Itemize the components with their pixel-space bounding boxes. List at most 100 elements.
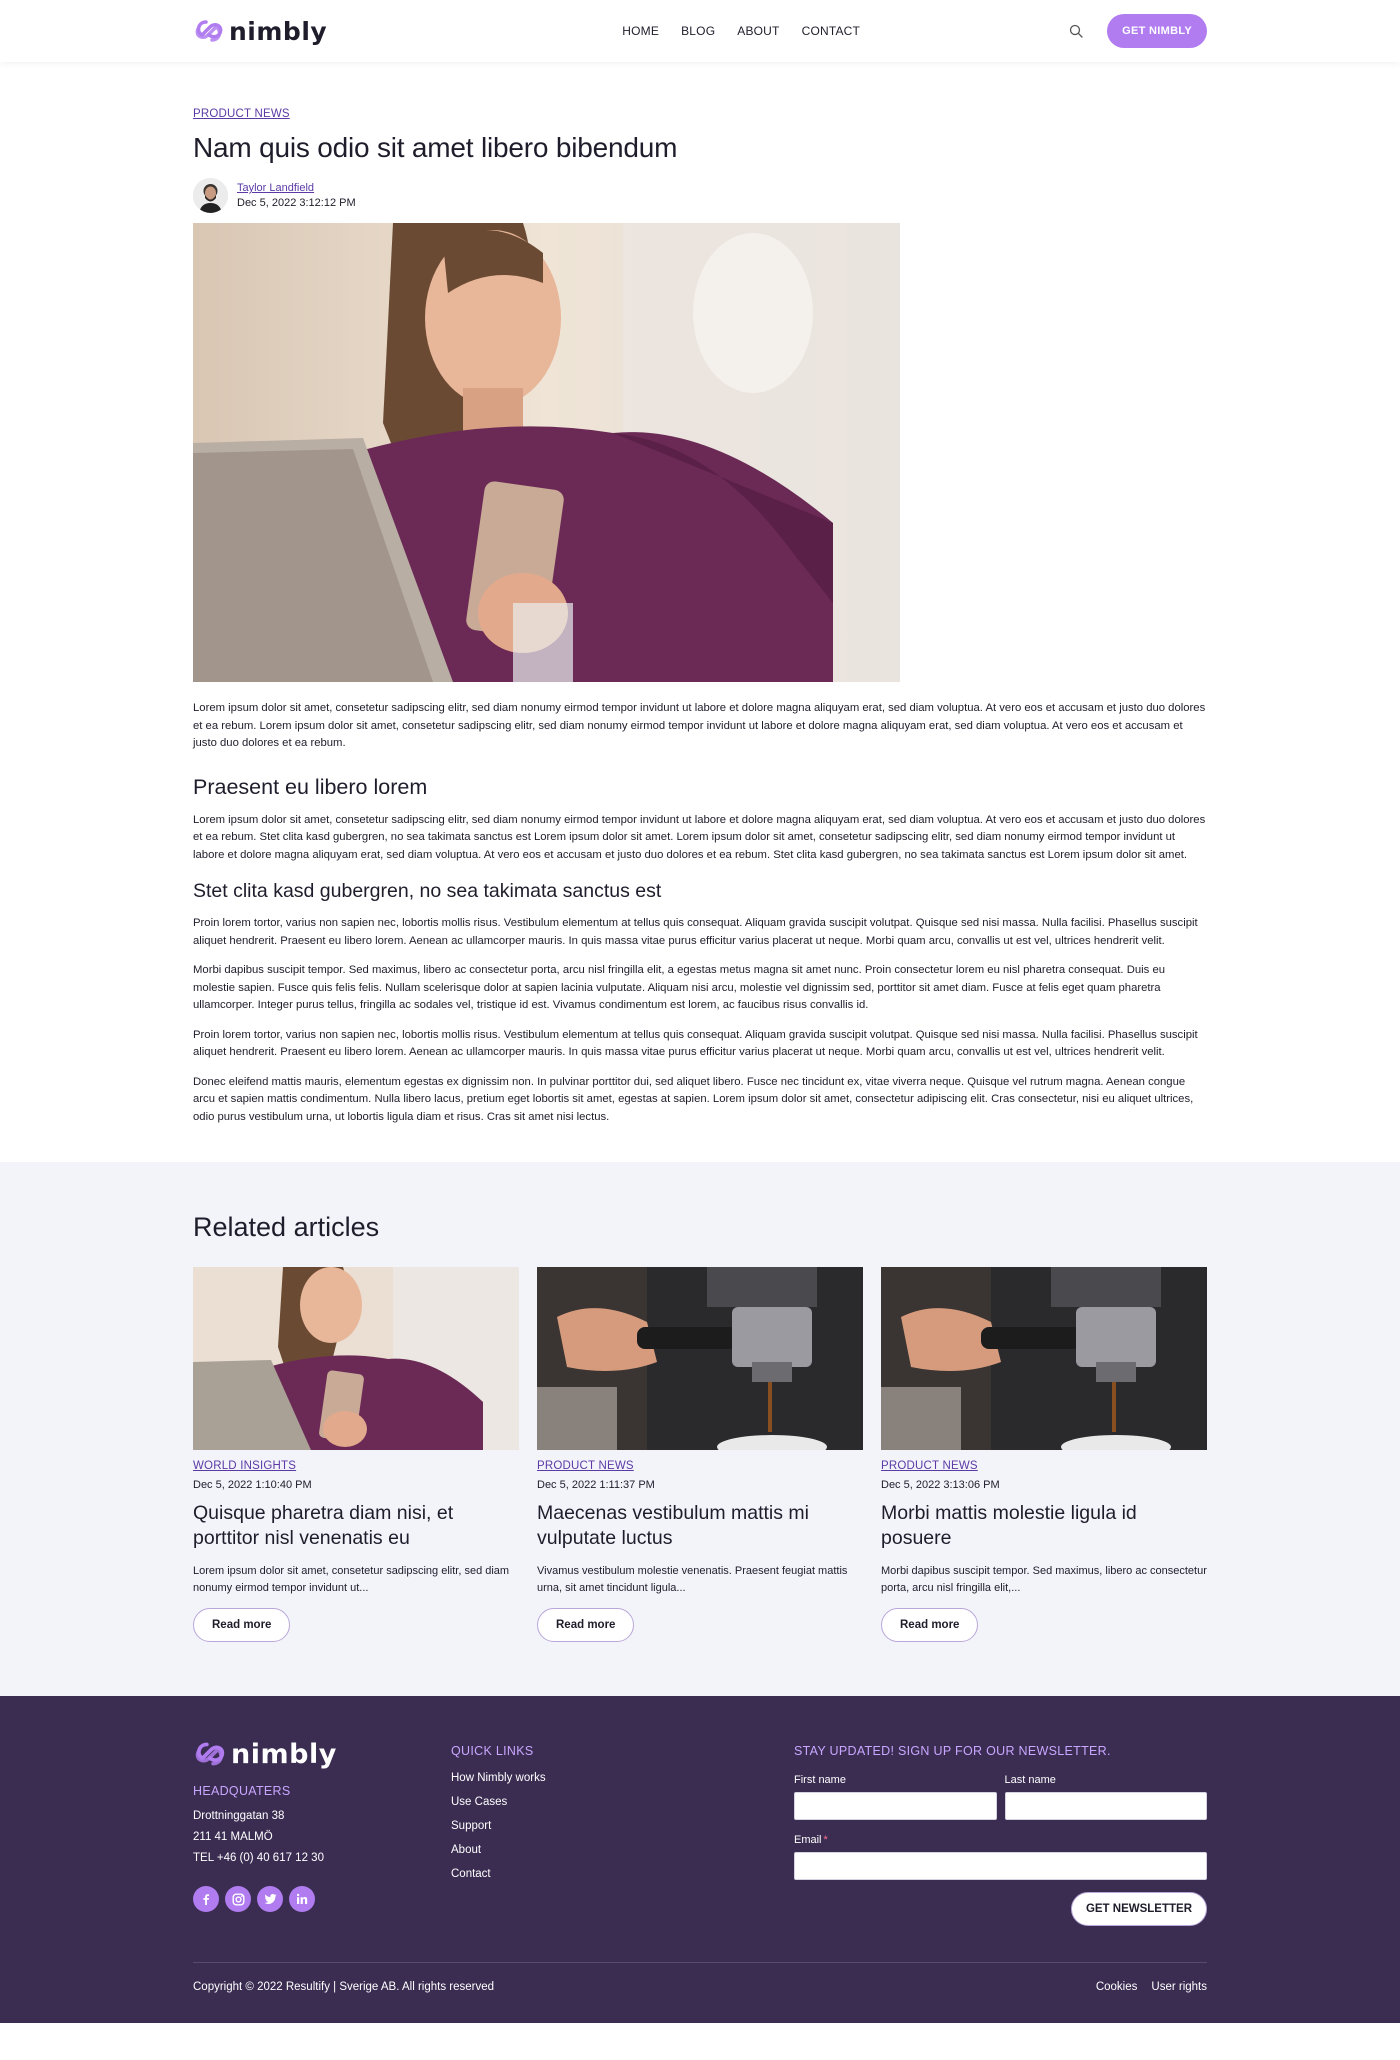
card-date: Dec 5, 2022 1:10:40 PM (193, 1479, 312, 1491)
first-name-group: First name (794, 1774, 997, 1820)
footer-logo[interactable]: nimbly (193, 1738, 451, 1770)
read-more-button[interactable]: Read more (193, 1608, 291, 1642)
nav-blog[interactable]: BLOG (681, 24, 715, 38)
card-image[interactable] (193, 1267, 519, 1450)
card-excerpt: Morbi dapibus suscipit tempor. Sed maxim… (881, 1565, 1207, 1594)
article-paragraph: Morbi dapibus suscipit tempor. Sed maxim… (193, 964, 1166, 1011)
card-image[interactable] (537, 1267, 863, 1450)
footer-inner: nimbly HEADQUATERS Drottninggatan 38 211… (193, 1738, 1207, 1993)
article-card: WORLD INSIGHTS Dec 5, 2022 1:10:40 PM Qu… (193, 1267, 519, 1642)
section-subheading: Stet clita kasd gubergren, no sea takima… (193, 880, 662, 902)
quick-link[interactable]: Contact (451, 1868, 794, 1880)
required-mark: * (823, 1834, 828, 1846)
first-name-label: First name (794, 1774, 846, 1786)
logo-icon (195, 1742, 225, 1766)
read-more-button[interactable]: Read more (537, 1608, 635, 1642)
header-actions: GET NIMBLY (1065, 14, 1207, 48)
author-row: Taylor Landfield Dec 5, 2022 3:12:12 PM (193, 178, 1207, 213)
related-cards: WORLD INSIGHTS Dec 5, 2022 1:10:40 PM Qu… (193, 1267, 1207, 1642)
quick-links-heading: QUICK LINKS (451, 1744, 534, 1758)
card-title[interactable]: Maecenas vestibulum mattis mi vulputate … (537, 1501, 863, 1551)
main-nav: HOME BLOG ABOUT CONTACT (622, 24, 860, 38)
related-title: Related articles (193, 1212, 380, 1242)
linkedin-icon[interactable] (289, 1886, 315, 1912)
social-links (193, 1886, 451, 1912)
email-row: Email * (794, 1834, 1207, 1880)
article-date: Dec 5, 2022 3:12:12 PM (237, 197, 356, 209)
card-title[interactable]: Quisque pharetra diam nisi, et porttitor… (193, 1501, 519, 1551)
quick-links: QUICK LINKS How Nimbly works Use Cases S… (451, 1738, 794, 1926)
quick-link[interactable]: About (451, 1844, 794, 1856)
footer-wordmark: nimbly (231, 1738, 337, 1770)
card-category[interactable]: PRODUCT NEWS (881, 1460, 978, 1472)
section-heading: Praesent eu libero lorem (193, 774, 428, 799)
card-excerpt: Vivamus vestibulum molestie venenatis. P… (537, 1565, 848, 1594)
article-card: PRODUCT NEWS Dec 5, 2022 1:11:37 PM Maec… (537, 1267, 863, 1642)
card-date: Dec 5, 2022 1:11:37 PM (537, 1479, 655, 1491)
nav-contact[interactable]: CONTACT (802, 24, 861, 38)
card-title[interactable]: Morbi mattis molestie ligula id posuere (881, 1501, 1207, 1551)
get-newsletter-button[interactable]: GET NEWSLETTER (1070, 1892, 1207, 1926)
newsletter-actions: GET NEWSLETTER (794, 1892, 1207, 1926)
hq-heading: HEADQUATERS (193, 1784, 291, 1798)
phone-line: TEL +46 (0) 40 617 12 30 (193, 1852, 324, 1864)
email-group: Email * (794, 1834, 1207, 1880)
instagram-icon[interactable] (225, 1886, 251, 1912)
logo-icon (195, 20, 223, 42)
email-field[interactable] (794, 1852, 1207, 1880)
site-header: nimbly HOME BLOG ABOUT CONTACT GET NIMBL… (0, 0, 1400, 62)
newsletter-form: STAY UPDATED! SIGN UP FOR OUR NEWSLETTER… (794, 1738, 1207, 1926)
get-nimbly-button[interactable]: GET NIMBLY (1107, 14, 1207, 48)
article-card: PRODUCT NEWS Dec 5, 2022 3:13:06 PM Morb… (881, 1267, 1207, 1642)
nav-about[interactable]: ABOUT (737, 24, 779, 38)
email-label-wrap: Email * (794, 1834, 1207, 1846)
last-name-group: Last name (1004, 1774, 1207, 1820)
article-title: Nam quis odio sit amet libero bibendum (193, 132, 678, 163)
card-date: Dec 5, 2022 3:13:06 PM (881, 1479, 1000, 1491)
cookies-link[interactable]: Cookies (1096, 1981, 1138, 1993)
article-paragraph: Lorem ipsum dolor sit amet, consetetur s… (193, 813, 1206, 861)
quick-link[interactable]: Support (451, 1820, 794, 1832)
name-fields: First name Last name (794, 1774, 1207, 1820)
hero-image (193, 223, 900, 682)
logo-wordmark: nimbly (229, 16, 328, 46)
article-paragraph: Proin lorem tortor, varius non sapien ne… (193, 1028, 1198, 1059)
related-articles: Related articles WORLD INSIGHTS Dec 5, 2… (0, 1162, 1400, 1696)
card-image[interactable] (881, 1267, 1207, 1450)
last-name-field[interactable] (1004, 1792, 1207, 1820)
card-category[interactable]: PRODUCT NEWS (537, 1460, 634, 1472)
quick-link[interactable]: Use Cases (451, 1796, 794, 1808)
copyright: Copyright © 2022 Resultify | Sverige AB.… (193, 1981, 495, 1993)
last-name-label: Last name (1004, 1774, 1056, 1786)
email-label: Email (794, 1834, 822, 1846)
user-rights-link[interactable]: User rights (1151, 1981, 1207, 1993)
article-category[interactable]: PRODUCT NEWS (193, 108, 290, 120)
address-line: 211 41 MALMÖ (193, 1831, 273, 1843)
avatar (193, 178, 228, 213)
quick-link[interactable]: How Nimbly works (451, 1772, 794, 1784)
related-inner: Related articles WORLD INSIGHTS Dec 5, 2… (193, 1212, 1207, 1642)
card-excerpt: Lorem ipsum dolor sit amet, consetetur s… (193, 1565, 510, 1594)
article: PRODUCT NEWS Nam quis odio sit amet libe… (193, 62, 1207, 1162)
footer-divider (193, 1962, 1207, 1963)
facebook-icon[interactable] (193, 1886, 219, 1912)
nav-home[interactable]: HOME (622, 24, 659, 38)
address-line: Drottninggatan 38 (193, 1810, 285, 1822)
author-meta: Taylor Landfield Dec 5, 2022 3:12:12 PM (237, 182, 356, 209)
twitter-icon[interactable] (257, 1886, 283, 1912)
footer-top: nimbly HEADQUATERS Drottninggatan 38 211… (193, 1738, 1207, 1926)
first-name-field[interactable] (794, 1792, 997, 1820)
article-paragraph: Proin lorem tortor, varius non sapien ne… (193, 917, 1198, 947)
author-name[interactable]: Taylor Landfield (237, 182, 356, 194)
card-category[interactable]: WORLD INSIGHTS (193, 1460, 296, 1472)
footer-bottom: Copyright © 2022 Resultify | Sverige AB.… (193, 1981, 1207, 1993)
newsletter-heading: STAY UPDATED! SIGN UP FOR OUR NEWSLETTER… (794, 1744, 1111, 1758)
search-icon[interactable] (1065, 20, 1087, 42)
article-paragraph: Donec eleifend mattis mauris, elementum … (193, 1075, 1194, 1123)
footer-company: nimbly HEADQUATERS Drottninggatan 38 211… (193, 1738, 451, 1926)
logo[interactable]: nimbly (193, 16, 327, 46)
header-inner: nimbly HOME BLOG ABOUT CONTACT GET NIMBL… (193, 0, 1207, 62)
legal-links: Cookies User rights (1096, 1981, 1207, 1993)
read-more-button[interactable]: Read more (881, 1608, 979, 1642)
article-paragraph: Lorem ipsum dolor sit amet, consetetur s… (193, 702, 1206, 749)
